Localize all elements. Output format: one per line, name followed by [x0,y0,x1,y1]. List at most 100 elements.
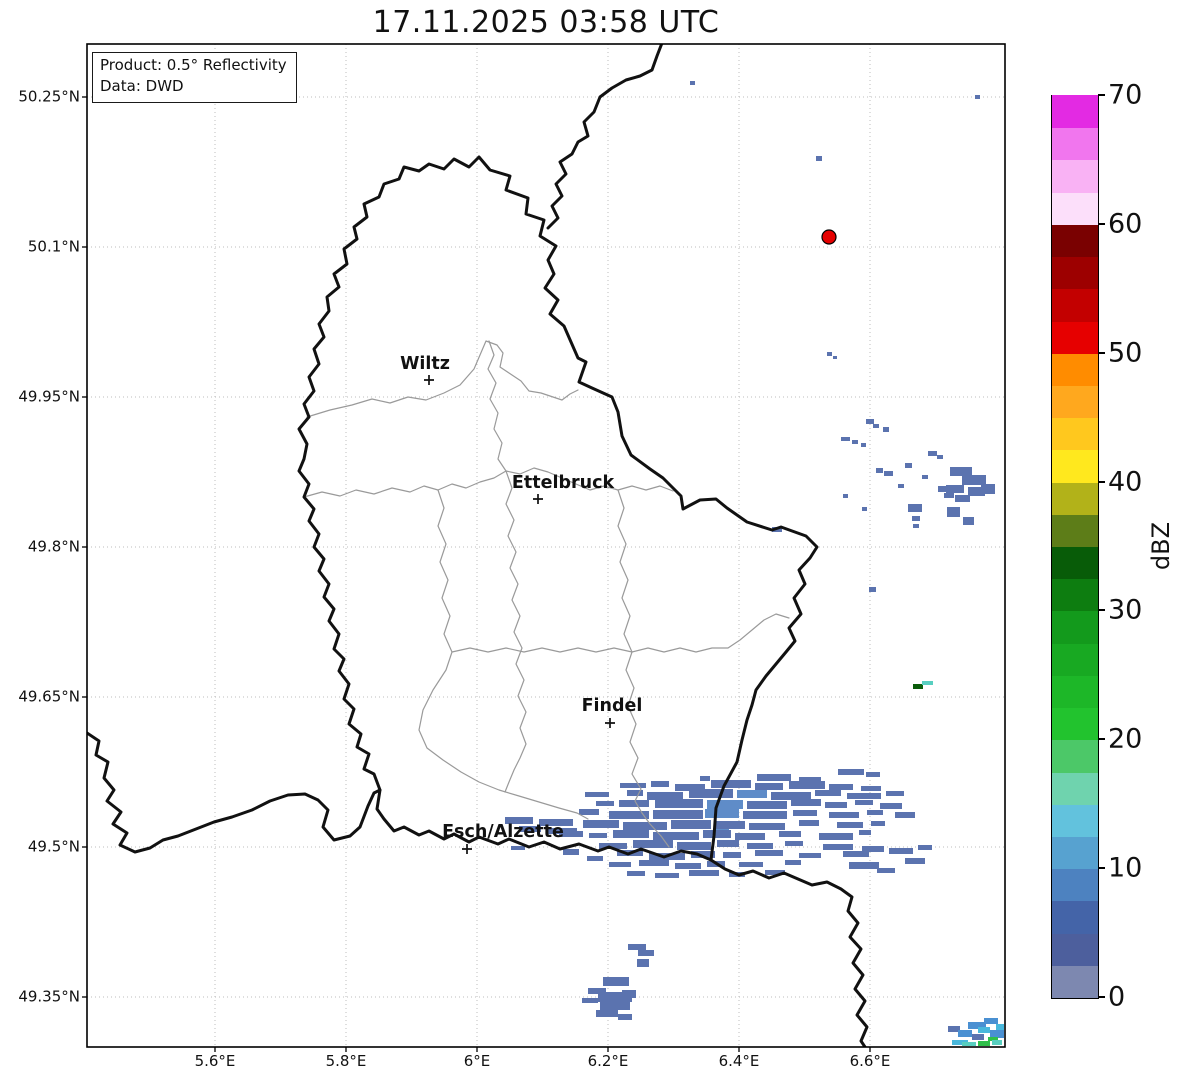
radar-echo-patch [905,858,925,864]
radar-echo-patch [908,504,922,512]
district-border [303,467,674,498]
radar-echo-patch [880,803,902,809]
radar-echo-patch [583,820,619,828]
colorbar-segment [1052,224,1098,258]
radar-echo-patch [886,791,904,796]
colorbar-segment [1052,256,1098,290]
radar-echo-patch [962,1042,976,1046]
radar-echo-patch [938,486,949,492]
colorbar-segment [1052,836,1098,870]
axis-tick-marks [82,96,871,1052]
radar-echo-patch [829,784,853,790]
city-ettelbruck: Ettelbruck [512,473,614,504]
radar-echoes [505,81,1004,1046]
radar-echo-patch [587,856,603,861]
radar-echo-patch [603,977,629,986]
radar-echo-patch [723,852,741,858]
radar-echo-patch [825,802,847,808]
radar-echo-patch [869,587,876,592]
radar-echo-patch [975,95,980,99]
radar-echo-patch [837,822,863,828]
colorbar-segment [1052,514,1098,547]
radar-echo-patch [609,862,631,867]
radar-echo-patch [918,845,932,850]
colorbar-tick-mark [1098,480,1105,483]
radar-echo-patch [689,870,719,876]
radar-echo-patch [655,799,703,808]
radar-echo-patch [613,830,649,838]
colorbar-tick-label: 0 [1108,981,1126,1013]
radar-echo-patch [944,493,954,498]
radar-echo-patch [823,844,853,850]
radar-echo-patch [990,1030,1004,1038]
radar-echo-patch [655,873,679,878]
radar-echo-patch [689,789,733,798]
radar-echo-patch [747,843,773,849]
info-source-line: Data: DWD [100,77,184,96]
radar-echo-patch [833,356,837,359]
radar-echo-patch [852,440,858,444]
city-wiltz: Wiltz [400,354,450,385]
x-tick-label: 5.6°E [194,1052,236,1070]
colorbar-segment [1052,868,1098,902]
grid-lines [87,44,1005,1047]
colorbar-segment [1052,900,1098,934]
radar-echo-patch [511,846,525,850]
radar-echo-patch [579,809,599,815]
colorbar-tick-mark [1098,222,1105,225]
colorbar-tick-mark [1098,867,1105,870]
radar-echo-patch [789,781,825,789]
radar-echo-patch [867,810,883,815]
radar-echo-patch [843,851,869,857]
y-tick-label: 49.95°N [18,387,80,406]
colorbar-tick-label: 40 [1108,466,1143,498]
x-tick-label: 6.4°E [718,1052,760,1070]
city-marker-icon [533,494,543,504]
y-tick-label: 50.25°N [18,87,80,106]
radar-echo-patch [651,781,669,787]
colorbar-tick-label: 30 [1108,594,1143,626]
colorbar-segment [1052,546,1098,580]
colorbar-segment [1052,95,1098,129]
radar-echo-patch [596,801,614,806]
radar-echo-patch [962,475,986,485]
colorbar-tick-mark [1098,609,1105,612]
radar-echo-patch [619,800,649,807]
y-tick-label: 49.65°N [18,687,80,706]
radar-echo-patch [861,786,881,791]
district-borders [303,340,790,848]
radar-echo-patch [815,790,841,796]
radar-echo-patch [922,475,928,479]
colorbar-tick-mark [1098,94,1105,96]
radar-echo-patch [623,822,667,830]
radar-echo-patch [877,868,895,873]
colorbar-tick-label: 50 [1108,337,1143,369]
radar-echo-patch [884,471,893,476]
belgium-germany-border [546,44,664,230]
radar-echo-patch [779,831,801,837]
radar-echo-patch [582,998,598,1003]
radar-echo-patch [984,1018,998,1024]
y-tick-label: 49.8°N [27,537,80,556]
plot-frame [86,43,1006,1048]
radar-echo-patch [978,1041,990,1046]
radar-echo-patch [955,495,970,502]
colorbar-segment [1052,578,1098,612]
radar-echo-patch [793,810,817,816]
y-tick-label: 49.5°N [27,837,80,856]
radar-echo-patch [639,860,669,866]
radar-echo-patch [876,468,883,473]
radar-echo-patch [889,848,913,854]
radar-echo-patch [715,821,745,829]
map-canvas: Wiltz Ettelbruck Findel Esch/Alzette [82,43,1006,1052]
radar-echo-patch [690,81,695,85]
city-esch-alzette: Esch/Alzette [442,822,564,854]
radar-echo-patch [703,830,731,838]
radar-echo-patch [912,516,920,521]
info-box: Product: 0.5° Reflectivity Data: DWD [92,52,297,103]
radar-echo-patch [735,833,765,840]
radar-echo-patch [739,862,763,867]
radar-echo-patch [859,830,871,835]
radar-echo-patch [757,774,791,781]
radar-echo-patch [861,443,866,447]
